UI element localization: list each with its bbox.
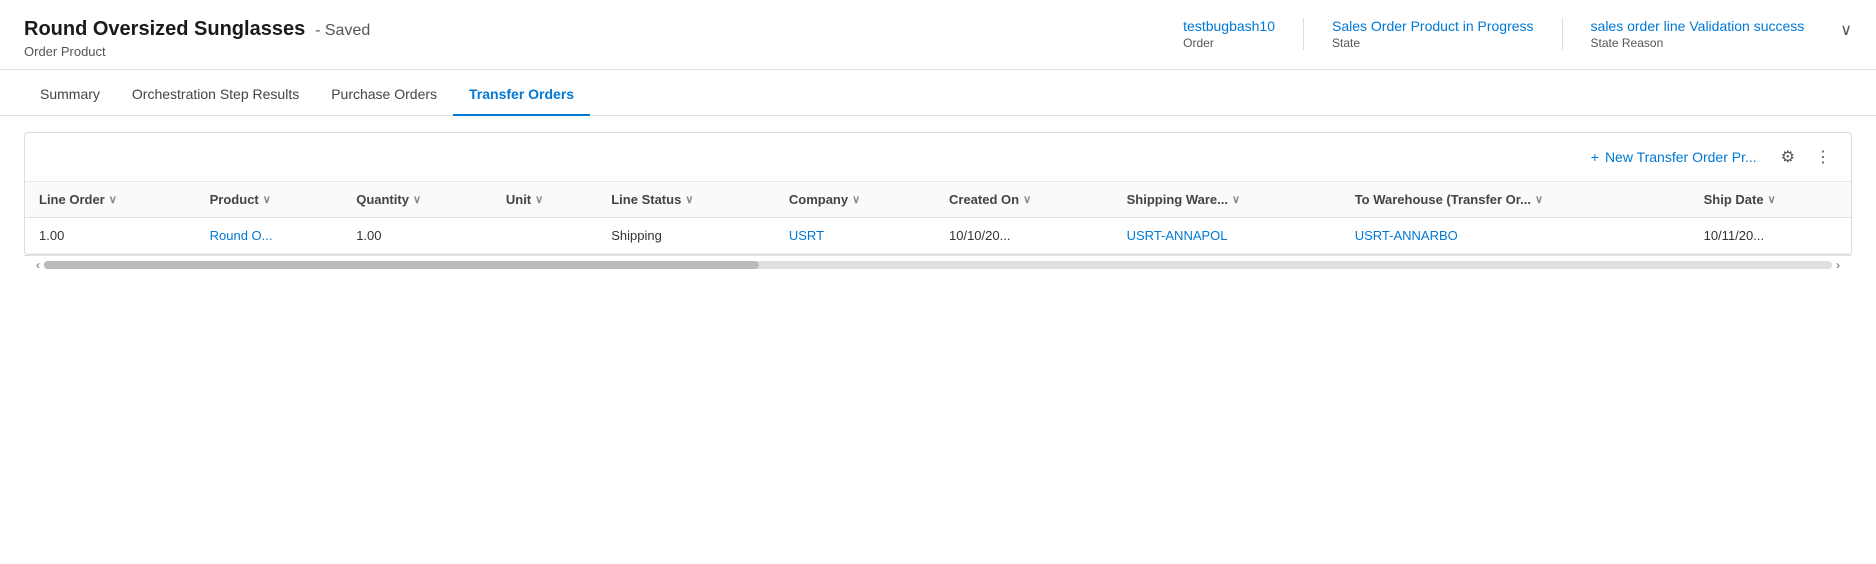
horizontal-scrollbar-track[interactable] bbox=[44, 261, 1832, 269]
header-status-group: testbugbash10 Order Sales Order Product … bbox=[1155, 18, 1852, 50]
col-label-created-on: Created On bbox=[949, 192, 1019, 207]
transfer-orders-table: Line Order ∨ Product ∨ Quantity ∨ bbox=[25, 182, 1851, 254]
col-label-line-status: Line Status bbox=[611, 192, 681, 207]
col-label-company: Company bbox=[789, 192, 848, 207]
header-title-row: Round Oversized Sunglasses - Saved bbox=[24, 18, 1155, 41]
col-sort-quantity: ∨ bbox=[413, 193, 421, 206]
tab-summary[interactable]: Summary bbox=[24, 74, 116, 116]
status-block-state: Sales Order Product in Progress State bbox=[1303, 18, 1562, 50]
col-label-quantity: Quantity bbox=[356, 192, 409, 207]
tabs-bar: Summary Orchestration Step Results Purch… bbox=[0, 74, 1876, 116]
state-label: State bbox=[1332, 36, 1534, 50]
product-link[interactable]: Round O... bbox=[210, 228, 273, 243]
col-label-line-order: Line Order bbox=[39, 192, 105, 207]
col-sort-company: ∨ bbox=[852, 193, 860, 206]
table-row: 1.00 Round O... 1.00 Shipping USRT 10/10… bbox=[25, 218, 1851, 254]
table-header-row: Line Order ∨ Product ∨ Quantity ∨ bbox=[25, 182, 1851, 218]
col-sort-ship-date: ∨ bbox=[1768, 193, 1776, 206]
state-reason-label: State Reason bbox=[1591, 36, 1805, 50]
col-header-created-on[interactable]: Created On ∨ bbox=[935, 182, 1113, 218]
tab-orchestration[interactable]: Orchestration Step Results bbox=[116, 74, 315, 116]
col-label-ship-date: Ship Date bbox=[1704, 192, 1764, 207]
cell-quantity: 1.00 bbox=[342, 218, 492, 254]
col-header-to-warehouse[interactable]: To Warehouse (Transfer Or... ∨ bbox=[1341, 182, 1690, 218]
order-value[interactable]: testbugbash10 bbox=[1183, 18, 1275, 34]
cell-to-warehouse[interactable]: USRT-ANNARBO bbox=[1341, 218, 1690, 254]
col-sort-unit: ∨ bbox=[535, 193, 543, 206]
col-header-unit[interactable]: Unit ∨ bbox=[492, 182, 597, 218]
cell-created-on: 10/10/20... bbox=[935, 218, 1113, 254]
status-block-state-reason: sales order line Validation success Stat… bbox=[1562, 18, 1833, 50]
col-header-line-order[interactable]: Line Order ∨ bbox=[25, 182, 196, 218]
more-options-button[interactable]: ⋮ bbox=[1811, 143, 1835, 171]
scroll-right-button[interactable]: › bbox=[1832, 256, 1844, 274]
new-transfer-order-label: New Transfer Order Pr... bbox=[1605, 149, 1757, 165]
col-label-shipping-ware: Shipping Ware... bbox=[1127, 192, 1228, 207]
tab-purchase-orders[interactable]: Purchase Orders bbox=[315, 74, 453, 116]
col-sort-line-status: ∨ bbox=[685, 193, 693, 206]
cell-product[interactable]: Round O... bbox=[196, 218, 343, 254]
header-expand-icon[interactable]: ∨ bbox=[1832, 18, 1852, 40]
col-header-shipping-ware[interactable]: Shipping Ware... ∨ bbox=[1113, 182, 1341, 218]
state-reason-value[interactable]: sales order line Validation success bbox=[1591, 18, 1805, 34]
status-block-order: testbugbash10 Order bbox=[1155, 18, 1303, 50]
col-header-company[interactable]: Company ∨ bbox=[775, 182, 935, 218]
page-header: Round Oversized Sunglasses - Saved Order… bbox=[0, 0, 1876, 70]
col-header-quantity[interactable]: Quantity ∨ bbox=[342, 182, 492, 218]
col-label-to-warehouse: To Warehouse (Transfer Or... bbox=[1355, 192, 1531, 207]
cell-unit bbox=[492, 218, 597, 254]
col-sort-product: ∨ bbox=[263, 193, 271, 206]
settings-button[interactable]: ⚙ bbox=[1777, 143, 1799, 171]
shipping-ware-link[interactable]: USRT-ANNAPOL bbox=[1127, 228, 1228, 243]
cell-line-status: Shipping bbox=[597, 218, 775, 254]
order-label: Order bbox=[1183, 36, 1275, 50]
new-transfer-order-button[interactable]: + New Transfer Order Pr... bbox=[1583, 145, 1765, 169]
cell-company[interactable]: USRT bbox=[775, 218, 935, 254]
transfer-orders-table-container: + New Transfer Order Pr... ⚙ ⋮ Line Orde… bbox=[24, 132, 1852, 255]
bottom-scrollbar-bar: ‹ › bbox=[24, 255, 1852, 274]
page-subtitle: Order Product bbox=[24, 44, 1155, 59]
to-warehouse-link[interactable]: USRT-ANNARBO bbox=[1355, 228, 1458, 243]
tab-transfer-orders[interactable]: Transfer Orders bbox=[453, 74, 590, 116]
cell-ship-date: 10/11/20... bbox=[1690, 218, 1851, 254]
col-header-ship-date[interactable]: Ship Date ∨ bbox=[1690, 182, 1851, 218]
col-sort-line-order: ∨ bbox=[109, 193, 117, 206]
cell-shipping-ware[interactable]: USRT-ANNAPOL bbox=[1113, 218, 1341, 254]
main-content: + New Transfer Order Pr... ⚙ ⋮ Line Orde… bbox=[0, 116, 1876, 290]
cell-line-order: 1.00 bbox=[25, 218, 196, 254]
col-sort-to-warehouse: ∨ bbox=[1535, 193, 1543, 206]
company-link[interactable]: USRT bbox=[789, 228, 824, 243]
scroll-left-button[interactable]: ‹ bbox=[32, 256, 44, 274]
col-header-product[interactable]: Product ∨ bbox=[196, 182, 343, 218]
header-left: Round Oversized Sunglasses - Saved Order… bbox=[24, 18, 1155, 59]
col-label-product: Product bbox=[210, 192, 259, 207]
col-sort-shipping-ware: ∨ bbox=[1232, 193, 1240, 206]
page-title: Round Oversized Sunglasses bbox=[24, 18, 305, 40]
plus-icon: + bbox=[1591, 149, 1599, 165]
col-header-line-status[interactable]: Line Status ∨ bbox=[597, 182, 775, 218]
state-value[interactable]: Sales Order Product in Progress bbox=[1332, 18, 1534, 34]
horizontal-scrollbar-thumb[interactable] bbox=[44, 261, 759, 269]
saved-label: - Saved bbox=[315, 22, 370, 39]
more-icon: ⋮ bbox=[1815, 149, 1831, 166]
col-label-unit: Unit bbox=[506, 192, 531, 207]
col-sort-created-on: ∨ bbox=[1023, 193, 1031, 206]
settings-icon: ⚙ bbox=[1781, 149, 1795, 166]
table-toolbar: + New Transfer Order Pr... ⚙ ⋮ bbox=[25, 133, 1851, 182]
